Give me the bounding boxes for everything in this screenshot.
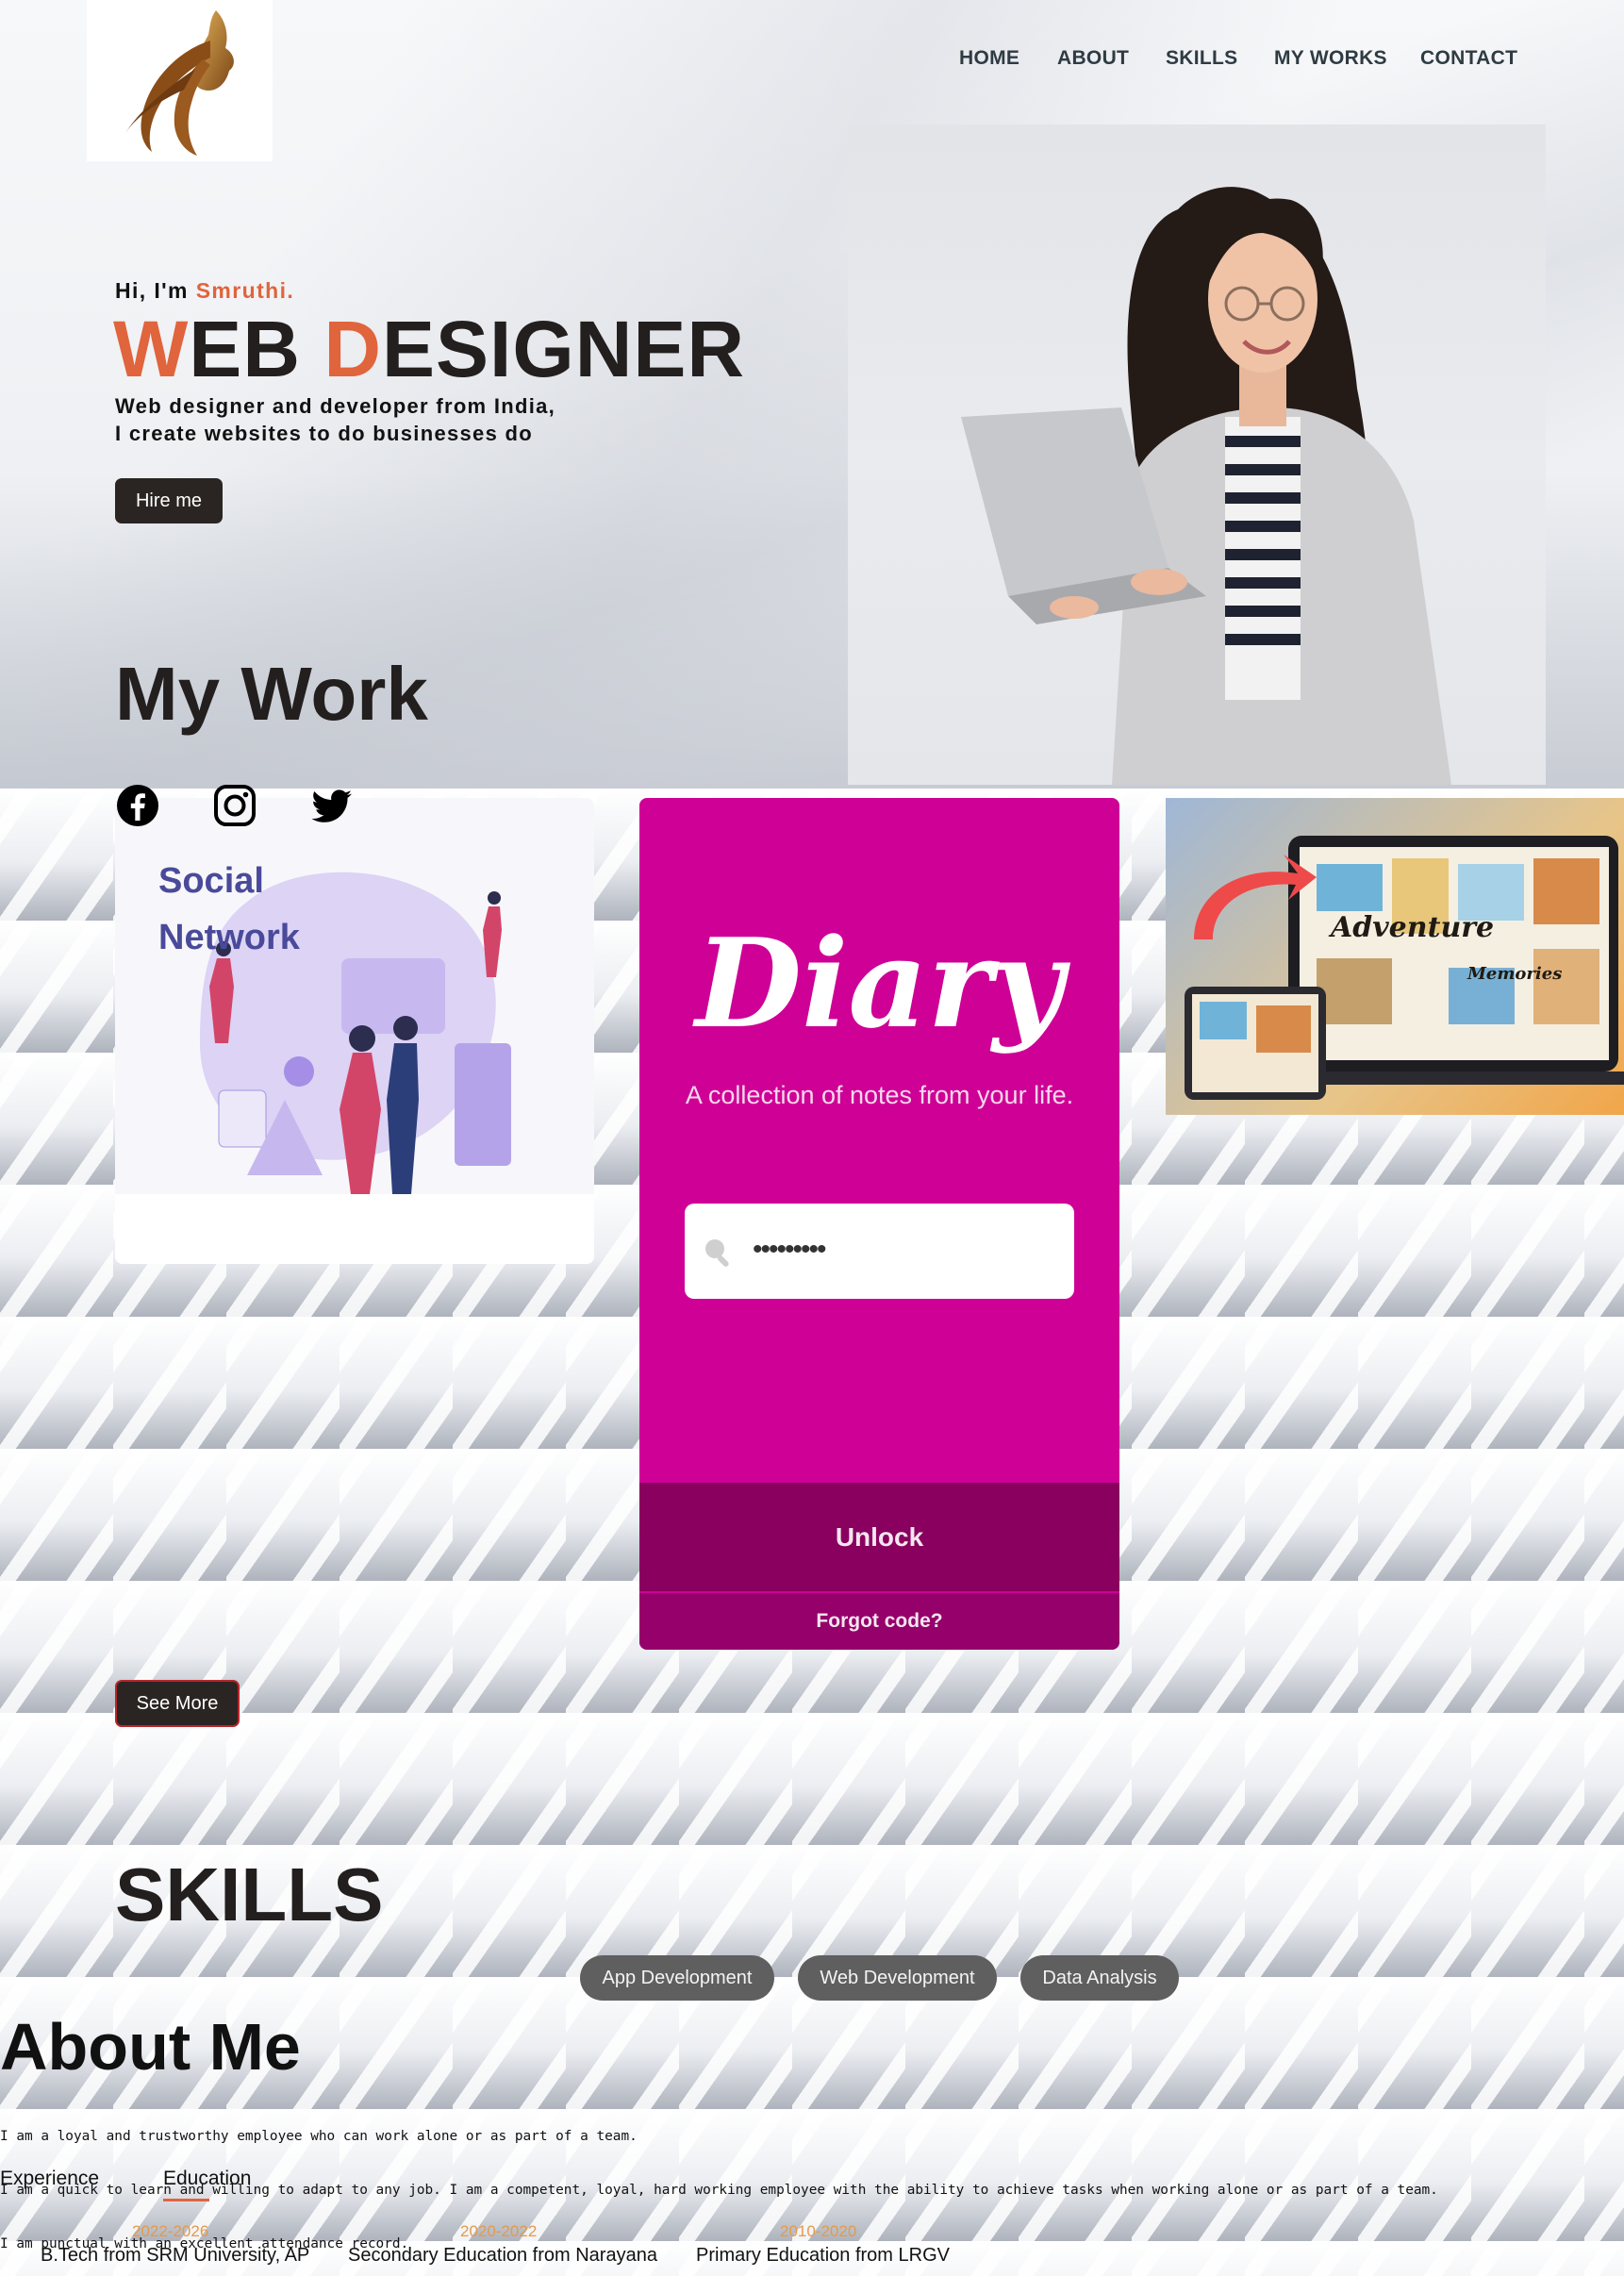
work-card-social-network[interactable]: Social Network bbox=[115, 798, 594, 1264]
diary-passcode-input[interactable]: ••••••••• bbox=[685, 1204, 1074, 1299]
skill-pill-web-development[interactable]: Web Development bbox=[798, 1955, 997, 2001]
nav-home[interactable]: HOME bbox=[959, 47, 1019, 70]
diary-title: Diary bbox=[695, 911, 1064, 1055]
headline-esigner: ESIGNER bbox=[382, 305, 746, 393]
caption-social: Social bbox=[158, 861, 264, 901]
headline-eb: EB bbox=[189, 305, 324, 393]
instagram-icon[interactable] bbox=[212, 783, 257, 828]
social-network-caption: Social Network bbox=[158, 853, 300, 966]
woman-silhouette-logo bbox=[124, 10, 234, 156]
headline-d: D bbox=[323, 305, 382, 393]
my-work-title: My Work bbox=[115, 652, 428, 736]
facebook-icon[interactable] bbox=[115, 783, 160, 828]
diary-unlock-button[interactable]: Unlock bbox=[639, 1483, 1119, 1591]
diary-subtitle: A collection of notes from your life. bbox=[685, 1081, 1074, 1109]
greeting-name: Smruthi. bbox=[195, 278, 295, 303]
hero-subline: Web designer and developer from India, I… bbox=[115, 392, 555, 447]
greeting-text: Hi, I'm bbox=[115, 278, 196, 303]
adventure-memories-illustration bbox=[1185, 836, 1624, 1100]
diary-forgot-code-link[interactable]: Forgot code? bbox=[639, 1593, 1119, 1650]
see-more-button[interactable]: See More bbox=[115, 1680, 240, 1727]
skills-title: SKILLS bbox=[115, 1852, 384, 1936]
hero-subline-2: I create websites to do businesses do bbox=[115, 422, 534, 445]
passcode-value: ••••••••• bbox=[753, 1234, 827, 1265]
work-card-diary[interactable]: Diary A collection of notes from your li… bbox=[639, 798, 1119, 1650]
woman-with-laptop-illustration bbox=[961, 187, 1451, 785]
hero-greeting: Hi, I'm Smruthi. bbox=[115, 278, 294, 304]
headline-w: W bbox=[113, 305, 190, 393]
caption-network: Network bbox=[158, 918, 300, 957]
nav-skills[interactable]: SKILLS bbox=[1166, 47, 1237, 70]
edu-year-1: 2022-2026 bbox=[132, 2222, 209, 2240]
tab-education[interactable]: Education bbox=[163, 2168, 251, 2190]
nav-my-works[interactable]: MY WORKS bbox=[1274, 47, 1387, 70]
twitter-icon[interactable] bbox=[308, 783, 354, 828]
about-me-title: About Me bbox=[0, 2010, 301, 2084]
hero-headline: WEB DESIGNER bbox=[113, 304, 745, 394]
hero-subline-1: Web designer and developer from India, bbox=[115, 394, 556, 418]
skill-pill-app-development[interactable]: App Development bbox=[580, 1955, 774, 2001]
memories-caption: Memories bbox=[1467, 964, 1563, 984]
tab-active-underline bbox=[163, 2199, 209, 2201]
edu-item-3: Primary Education from LRGV bbox=[696, 2245, 950, 2266]
edu-item-2: Secondary Education from Narayana bbox=[348, 2245, 657, 2266]
edu-year-3: 2010-2020 bbox=[780, 2222, 857, 2240]
nav-about[interactable]: ABOUT bbox=[1057, 47, 1129, 70]
about-line-1: I am a loyal and trustworthy employee wh… bbox=[0, 2129, 638, 2144]
adventure-caption: Adventure bbox=[1331, 911, 1495, 944]
tab-experience[interactable]: Experience bbox=[0, 2168, 99, 2190]
search-icon bbox=[702, 1236, 736, 1274]
skill-pill-data-analysis[interactable]: Data Analysis bbox=[1020, 1955, 1179, 2001]
hero-photo bbox=[848, 125, 1546, 785]
site-logo[interactable] bbox=[87, 0, 273, 161]
hire-me-button[interactable]: Hire me bbox=[115, 478, 223, 523]
edu-item-1: B.Tech from SRM University, AP bbox=[41, 2245, 310, 2266]
work-card-adventure[interactable]: Adventure Memories bbox=[1166, 798, 1624, 1115]
edu-year-2: 2020-2022 bbox=[460, 2222, 538, 2240]
main-nav: HOME ABOUT SKILLS MY WORKS CONTACT bbox=[0, 47, 1624, 75]
nav-contact[interactable]: CONTACT bbox=[1420, 47, 1517, 70]
